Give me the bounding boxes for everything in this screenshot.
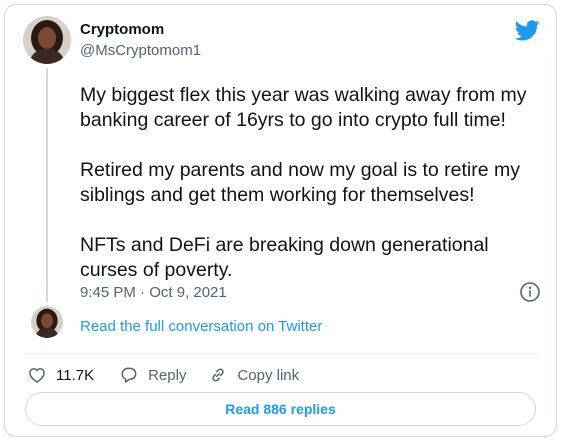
- info-icon[interactable]: [519, 281, 541, 303]
- reply-icon: [121, 367, 137, 383]
- reply-button[interactable]: Reply: [119, 365, 186, 385]
- tweet-paragraph: Retired my parents and now my goal is to…: [80, 159, 521, 206]
- twitter-bird-icon[interactable]: [515, 20, 540, 41]
- heart-icon: [29, 368, 45, 383]
- conversation-avatar: [31, 306, 63, 338]
- copy-link-label: Copy link: [237, 366, 300, 384]
- read-conversation-link[interactable]: Read the full conversation on Twitter: [80, 318, 322, 335]
- author-name[interactable]: Cryptomom: [80, 21, 164, 38]
- author-handle[interactable]: @MsCryptomom1: [80, 42, 201, 59]
- thread-line: [46, 68, 48, 302]
- action-bar: 11.7K Reply Copy link: [27, 363, 299, 387]
- copy-link-button[interactable]: Copy link: [208, 365, 299, 385]
- tweet-paragraph: NFTs and DeFi are breaking down generati…: [80, 234, 489, 281]
- tweet-timestamp[interactable]: 9:45 PM · Oct 9, 2021: [80, 284, 227, 301]
- tweet-text: My biggest flex this year was walking aw…: [80, 83, 545, 283]
- like-count: 11.7K: [56, 366, 95, 384]
- tweet-paragraph: My biggest flex this year was walking aw…: [80, 84, 527, 131]
- tweet-embed-card: Cryptomom @MsCryptomom1 My biggest flex …: [4, 4, 557, 437]
- reply-label: Reply: [148, 366, 187, 384]
- author-avatar[interactable]: [23, 16, 71, 64]
- divider: [23, 353, 538, 354]
- read-replies-button[interactable]: Read 886 replies: [25, 392, 536, 426]
- link-icon: [212, 368, 225, 382]
- like-button[interactable]: 11.7K: [27, 365, 94, 385]
